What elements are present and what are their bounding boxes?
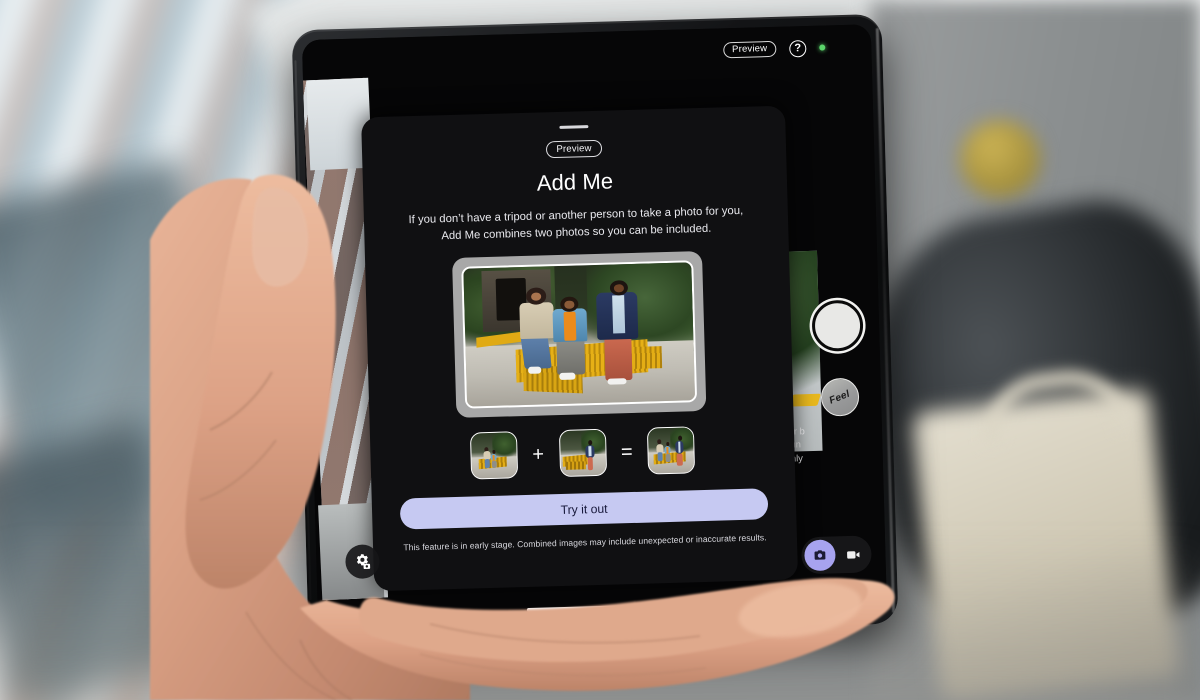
green-privacy-dot-icon [819,44,826,51]
camera-icon [814,550,826,560]
preview-badge-sheet: Preview [546,140,602,159]
video-camera-icon [846,550,860,559]
add-me-intro-sheet: Preview Add Me If you don’t have a tripo… [361,105,799,592]
equation-thumbnail-second [558,429,607,478]
equation-equals-operator: = [620,440,633,464]
equation-thumbnail-result [647,426,696,475]
hero-illustration-card [452,251,707,419]
thumbnail-label: Feel [828,388,852,407]
sheet-description: If you don’t have a tripod or another pe… [408,205,744,243]
tablet-device: Preview ? Feel • For b be un [291,13,899,641]
device-screen: Preview ? Feel • For b be un [301,24,888,628]
equation-plus-operator: + [532,443,545,466]
video-mode-button[interactable] [837,538,869,570]
photo-mode-button[interactable] [804,539,836,572]
preview-badge-topbar[interactable]: Preview [722,40,777,59]
sheet-drag-handle[interactable] [558,125,588,130]
camera-settings-gear-icon [356,554,371,570]
capture-mode-toggle[interactable] [800,535,872,575]
equation-thumbnail-first [469,431,519,480]
early-stage-disclaimer: This feature is in early stage. Combined… [403,532,767,553]
hero-photo-frame [461,260,698,410]
hero-photo [461,260,698,407]
page-title: Add Me [536,168,614,197]
question-mark-circle-icon[interactable]: ? [789,39,807,57]
try-it-out-button[interactable]: Try it out [399,488,769,530]
viewfinder-bench-b [789,393,821,407]
background-yellow-object [960,120,1040,198]
combination-equation-row: + = [392,424,773,482]
photo-scene: Preview ? Feel • For b be un [0,0,1200,700]
